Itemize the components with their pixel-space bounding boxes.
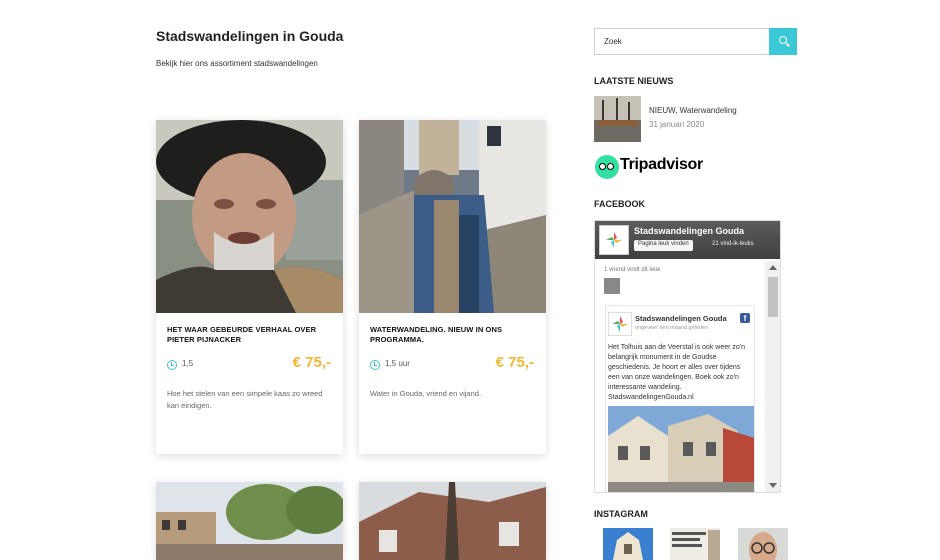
instagram-thumbnail[interactable]: [603, 528, 653, 560]
facebook-scrollbar[interactable]: [765, 261, 780, 492]
instagram-heading: INSTAGRAM: [594, 509, 648, 519]
facebook-friend-text: 1 vriend vindt dit leuk: [604, 267, 661, 273]
facebook-likes-count: 21 vind-ik-leuks: [712, 241, 754, 247]
news-date: 31 januari 2020: [649, 120, 705, 129]
news-heading: LAATSTE NIEUWS: [594, 76, 674, 86]
instagram-thumbnail[interactable]: [738, 528, 788, 560]
post-author[interactable]: Stadswandelingen Gouda: [635, 314, 727, 323]
facebook-heading: FACEBOOK: [594, 199, 646, 209]
post-time[interactable]: ongeveer een maand geleden: [635, 325, 708, 331]
card-description: Water in Gouda, vriend en vijand.: [370, 389, 482, 398]
friend-avatar[interactable]: [604, 278, 620, 294]
instagram-thumbnail[interactable]: [670, 528, 720, 560]
facebook-page-name[interactable]: Stadswandelingen Gouda: [634, 226, 744, 236]
walk-card[interactable]: [156, 482, 343, 560]
walk-card[interactable]: HET WAAR GEBEURDE VERHAAL OVER PIETER PI…: [156, 120, 343, 454]
page-subtitle: Bekijk hier ons assortiment stadswandeli…: [156, 59, 318, 68]
scroll-up-arrow-icon[interactable]: [769, 265, 777, 270]
post-avatar[interactable]: [608, 312, 632, 336]
clock-icon: [167, 360, 177, 370]
card-image-canal[interactable]: [359, 120, 546, 313]
card-price: € 75,-: [292, 354, 331, 371]
post-text: Het Tolhuis aan de Veerstal is ook weer …: [608, 344, 746, 401]
scrollbar-thumb[interactable]: [768, 277, 778, 317]
news-thumbnail[interactable]: [594, 96, 641, 142]
card-image-market[interactable]: [156, 482, 343, 560]
walk-card[interactable]: [359, 482, 546, 560]
search-button[interactable]: [769, 28, 797, 55]
card-duration: 1,5: [182, 359, 194, 368]
card-image-building[interactable]: [359, 482, 546, 560]
card-description: Hoe het stelen van een simpele kaas zo w…: [167, 389, 323, 410]
facebook-widget[interactable]: Stadswandelingen Gouda Pagina leuk vinde…: [594, 220, 781, 493]
card-duration: 1,5 uur: [385, 359, 410, 368]
scroll-down-arrow-icon[interactable]: [769, 483, 777, 488]
facebook-icon: f: [740, 313, 750, 323]
tripadvisor-logo-text[interactable]: Tripadvisor: [620, 156, 703, 174]
card-image-pieter[interactable]: [156, 120, 343, 313]
tripadvisor-owl-icon[interactable]: [595, 155, 619, 179]
page-logo-icon[interactable]: [599, 225, 629, 255]
card-price: € 75,-: [495, 354, 534, 371]
news-title[interactable]: NIEUW, Waterwandeling: [649, 106, 737, 115]
post-image[interactable]: [608, 406, 754, 492]
facebook-like-button[interactable]: Pagina leuk vinden: [634, 240, 693, 251]
search-input[interactable]: Zoek: [594, 28, 770, 55]
clock-icon: [370, 360, 380, 370]
card-title[interactable]: HET WAAR GEBEURDE VERHAAL OVER PIETER PI…: [167, 325, 333, 344]
search-icon: [779, 36, 787, 44]
facebook-post[interactable]: Stadswandelingen Gouda ongeveer een maan…: [605, 305, 755, 492]
page-title: Stadswandelingen in Gouda: [156, 28, 344, 44]
card-title[interactable]: WATERWANDELING. NIEUW IN ONS PROGRAMMA.: [370, 325, 536, 344]
facebook-cover: Stadswandelingen Gouda Pagina leuk vinde…: [595, 221, 780, 259]
walk-card[interactable]: WATERWANDELING. NIEUW IN ONS PROGRAMMA. …: [359, 120, 546, 454]
